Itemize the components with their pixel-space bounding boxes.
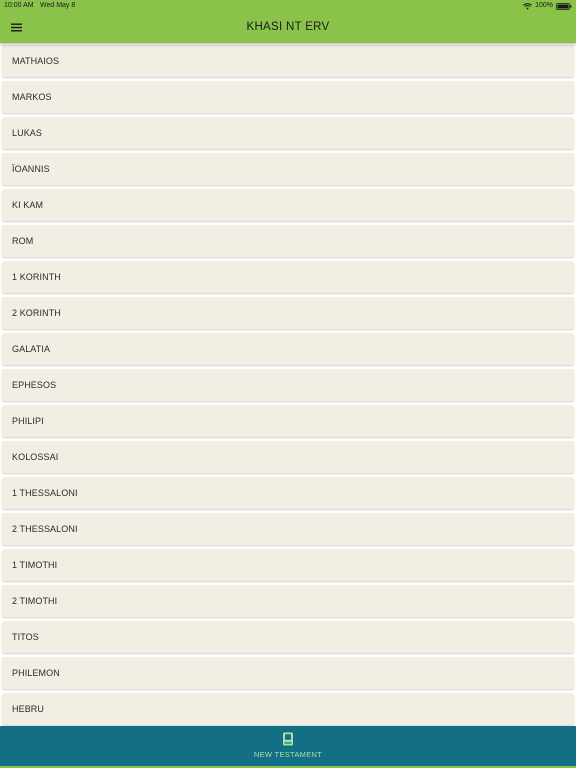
book-label: ÏOANNIS [12, 164, 50, 174]
status-indicators: 100% [523, 0, 572, 12]
book-label: HEBRU [12, 704, 45, 714]
list-item[interactable]: MARKOS [2, 81, 574, 113]
battery-icon [556, 2, 572, 10]
book-label: 1 THESSALONI [12, 488, 78, 498]
list-item[interactable]: 1 KORINTH [2, 261, 574, 293]
book-label: KOLOSSAI [12, 452, 59, 462]
list-item[interactable]: GALATIA [2, 333, 574, 365]
book-label: PHILIPI [12, 416, 44, 426]
book-label: KI KAM [12, 200, 44, 210]
list-item[interactable]: KOLOSSAI [2, 441, 574, 473]
status-time: 10:00 AM [4, 2, 34, 9]
book-label: 2 KORINTH [12, 308, 61, 318]
app-title: KHASI NT ERV [246, 21, 330, 33]
list-item[interactable]: 1 THESSALONI [2, 477, 574, 509]
list-item[interactable]: PHILEMON [2, 657, 574, 689]
list-item[interactable]: KI KAM [2, 189, 574, 221]
list-item[interactable]: LUKAS [2, 117, 574, 149]
app-bar: KHASI NT ERV [0, 12, 576, 43]
book-label: TITOS [12, 632, 39, 642]
list-item[interactable]: 2 TIMOTHI [2, 585, 574, 617]
book-label: ROM [12, 236, 34, 246]
list-item[interactable]: HEBRU [2, 693, 574, 725]
list-item[interactable]: ROM [2, 225, 574, 257]
book-label: 1 TIMOTHI [12, 560, 58, 570]
book-label: LUKAS [12, 128, 43, 138]
list-item[interactable]: 1 TIMOTHI [2, 549, 574, 581]
book-label: 2 THESSALONI [12, 524, 78, 534]
list-item[interactable]: PHILIPI [2, 405, 574, 437]
list-item[interactable]: ÏOANNIS [2, 153, 574, 185]
book-label: 2 TIMOTHI [12, 596, 58, 606]
book-label: 1 KORINTH [12, 272, 61, 282]
book-label: MARKOS [12, 92, 52, 102]
status-date: Wed May 8 [40, 2, 76, 9]
list-item[interactable]: EPHESOS [2, 369, 574, 401]
book-list: MATHAIOS MARKOS LUKAS ÏOANNIS KI KAM ROM 1 KOR… [0, 43, 576, 726]
battery-percent: 100% [535, 2, 553, 9]
list-item[interactable]: TITOS [2, 621, 574, 653]
list-item[interactable]: 2 KORINTH [2, 297, 574, 329]
book-label: EPHESOS [12, 380, 57, 390]
status-bar: 10:00 AM Wed May 8 100% [0, 0, 576, 12]
bottom-nav: NEW TESTAMENT [0, 726, 576, 768]
book-label: GALATIA [12, 344, 51, 354]
list-item[interactable]: MATHAIOS [2, 45, 574, 77]
book-icon [282, 732, 294, 746]
wifi-icon [523, 2, 533, 10]
tab-new-testament[interactable]: NEW TESTAMENT [238, 726, 338, 766]
list-item[interactable]: 2 THESSALONI [2, 513, 574, 545]
book-label: MATHAIOS [12, 56, 60, 66]
book-label: PHILEMON [12, 668, 60, 678]
tab-label: NEW TESTAMENT [253, 750, 323, 759]
